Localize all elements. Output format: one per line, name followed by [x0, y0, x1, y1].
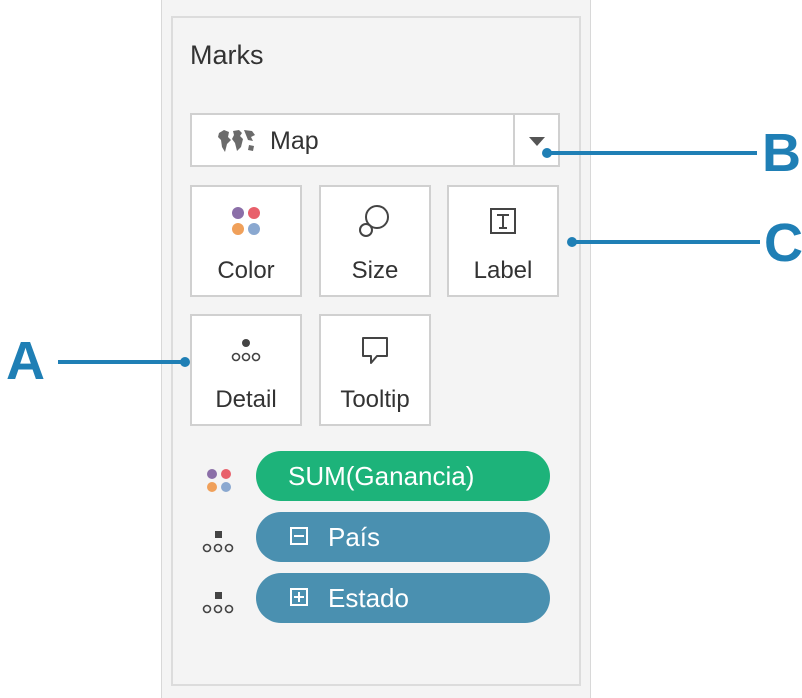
chevron-down-icon[interactable]	[529, 137, 545, 146]
tooltip-bubble-icon	[362, 337, 388, 364]
callout-dot-a	[180, 357, 190, 367]
label-button-label: Label	[473, 257, 533, 284]
color-dots-icon	[207, 469, 231, 492]
mark-type-label: Map	[270, 127, 319, 155]
callout-letter-a: A	[6, 331, 45, 391]
dropdown-divider	[513, 115, 515, 165]
callout-line-a	[58, 360, 186, 364]
label-button[interactable]: Label	[447, 185, 559, 297]
detail-button[interactable]: Detail	[190, 314, 302, 426]
field-pill-label: Estado	[328, 583, 409, 613]
size-circles-icon	[359, 205, 389, 237]
detail-dots-icon	[202, 592, 234, 614]
map-globe-icon	[218, 130, 255, 152]
detail-dots-icon	[231, 339, 261, 362]
detail-dots-icon	[202, 531, 234, 553]
field-pill-pais[interactable]: País	[256, 512, 550, 562]
tooltip-button[interactable]: Tooltip	[319, 314, 431, 426]
field-pill-estado[interactable]: Estado	[256, 573, 550, 623]
field-pill-sum-ganancia[interactable]: SUM(Ganancia)	[256, 451, 550, 501]
field-pill-label: País	[328, 522, 381, 552]
field-pill-label: SUM(Ganancia)	[288, 461, 475, 491]
collapse-icon[interactable]	[290, 527, 308, 545]
tooltip-button-label: Tooltip	[340, 386, 410, 413]
color-button-label: Color	[217, 257, 275, 284]
callout-line-b	[547, 151, 757, 155]
mark-type-dropdown[interactable]: Map	[190, 113, 560, 167]
callout-letter-b: B	[762, 123, 801, 183]
callout-letter-c: C	[764, 213, 802, 273]
marks-card-title: Marks	[190, 40, 264, 70]
expand-icon[interactable]	[290, 588, 308, 606]
text-label-icon	[490, 208, 516, 234]
callout-line-c	[572, 240, 760, 244]
color-button[interactable]: Color	[190, 185, 302, 297]
color-dots-icon	[232, 207, 260, 235]
size-button-label: Size	[351, 257, 399, 284]
detail-button-label: Detail	[215, 386, 277, 413]
size-button[interactable]: Size	[319, 185, 431, 297]
